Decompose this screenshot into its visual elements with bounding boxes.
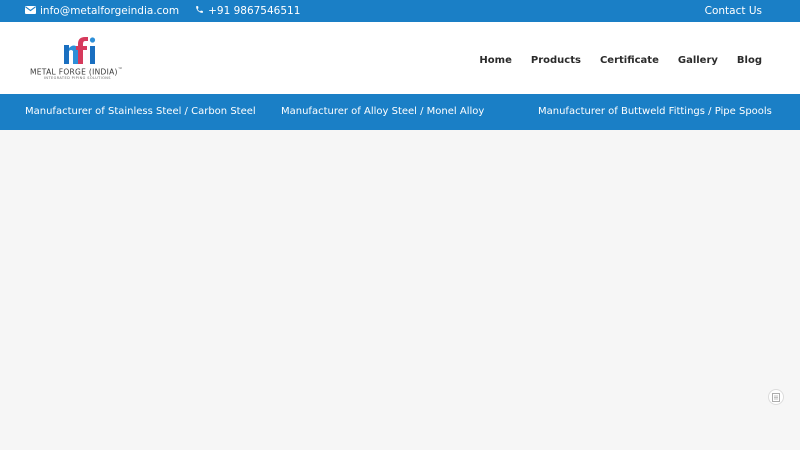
site-logo[interactable]: METAL FORGE (INDIA)™ INTEGRATED PIPING S… [30, 34, 140, 84]
site-header: METAL FORGE (INDIA)™ INTEGRATED PIPING S… [0, 22, 800, 94]
envelope-icon [25, 5, 36, 17]
strip-item-alloy-monel: Manufacturer of Alloy Steel / Monel Allo… [281, 106, 485, 117]
document-icon [772, 392, 780, 402]
strip-item-stainless-carbon: Manufacturer of Stainless Steel / Carbon… [25, 106, 256, 117]
contact-us-link[interactable]: Contact Us [705, 5, 762, 17]
main-content-area [0, 130, 800, 450]
nav-certificate[interactable]: Certificate [600, 55, 659, 66]
nav-home[interactable]: Home [479, 55, 511, 66]
top-contact-bar: info@metalforgeindia.com +91 9867546511 … [0, 0, 800, 22]
main-nav: Home Products Certificate Gallery Blog [460, 55, 762, 66]
logo-mark [64, 37, 96, 64]
nav-blog[interactable]: Blog [737, 55, 762, 66]
nav-gallery[interactable]: Gallery [678, 55, 718, 66]
strip-item-buttweld-spools: Manufacturer of Buttweld Fittings / Pipe… [538, 106, 772, 117]
nav-products[interactable]: Products [531, 55, 581, 66]
email-link[interactable]: info@metalforgeindia.com [40, 5, 179, 17]
phone-link[interactable]: +91 9867546511 [208, 5, 300, 17]
phone-icon [195, 5, 204, 17]
logo-tagline: INTEGRATED PIPING SOLUTIONS [44, 76, 111, 80]
contact-info: info@metalforgeindia.com +91 9867546511 [25, 5, 300, 17]
manufacturer-strip: Manufacturer of Stainless Steel / Carbon… [0, 94, 800, 130]
floating-document-button[interactable] [768, 389, 784, 405]
